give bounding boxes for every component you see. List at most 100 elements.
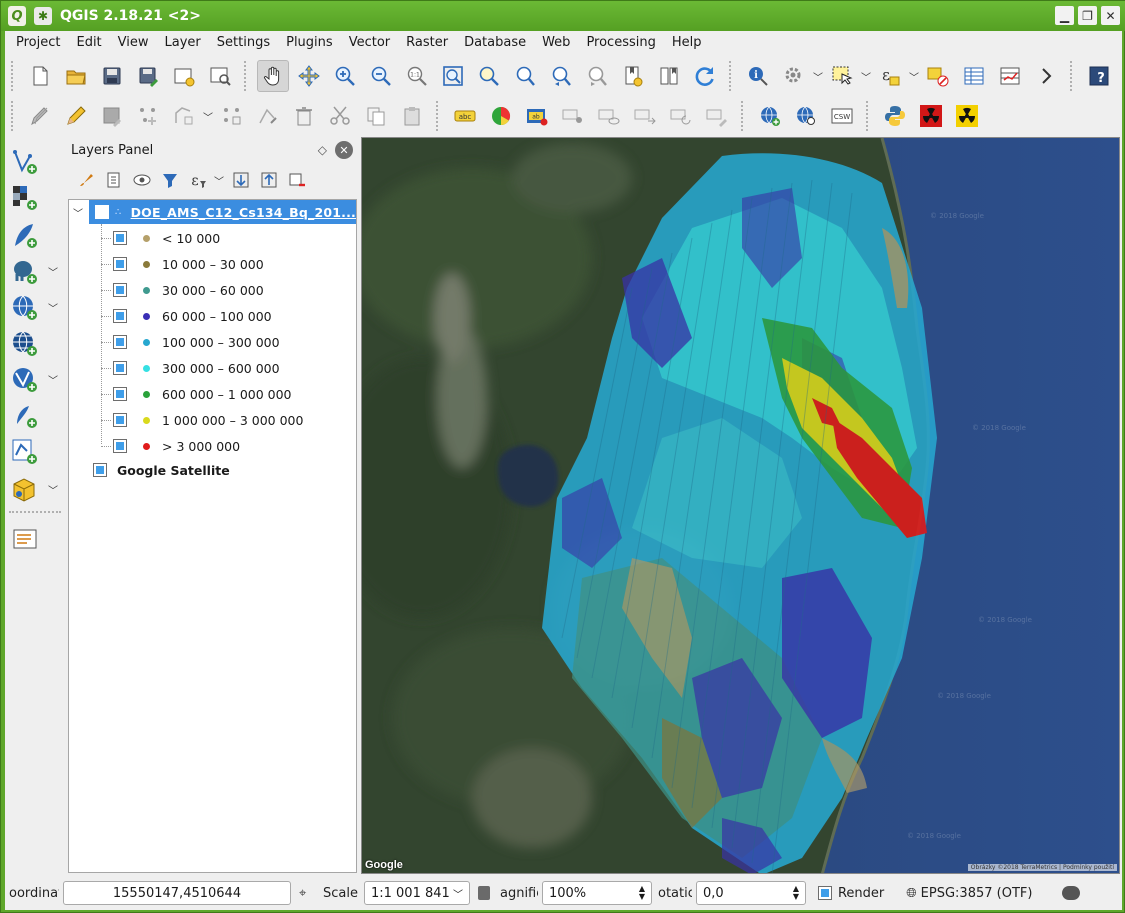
legend-item[interactable]: 30 000 – 60 000 <box>113 278 343 302</box>
remove-layer-button[interactable] <box>284 168 309 193</box>
move-label-button[interactable] <box>629 100 661 132</box>
zoom-last-button[interactable] <box>545 60 577 92</box>
menu-layer[interactable]: Layer <box>157 35 209 50</box>
move-feature-button[interactable] <box>168 100 200 132</box>
refresh-button[interactable] <box>689 60 721 92</box>
collapse-arrow-icon[interactable]: ﹀ <box>73 205 85 220</box>
manage-visibility-button[interactable] <box>129 168 154 193</box>
toolbar-grip[interactable] <box>11 61 17 91</box>
radiation-plugin-button[interactable] <box>915 100 947 132</box>
layer-group-row[interactable]: ﹀ ∴ DOE_AMS_C12_Cs134_Bq_201... <box>69 200 356 224</box>
menu-processing[interactable]: Processing <box>578 35 663 50</box>
legend-item-checkbox[interactable] <box>113 361 127 375</box>
qgis-app-icon[interactable]: Q <box>8 6 26 26</box>
legend-item-checkbox[interactable] <box>113 283 127 297</box>
chevron-down-icon[interactable]: ﹀ <box>908 60 920 92</box>
filter-by-expression-button[interactable]: ε <box>185 168 210 193</box>
select-by-expression-button[interactable]: ε <box>874 60 906 92</box>
close-icon[interactable]: ✕ <box>1101 6 1120 25</box>
save-project-button[interactable] <box>96 60 128 92</box>
rotation-spinbox[interactable]: 0,0 ▲ ▼ <box>695 881 806 905</box>
chevron-down-icon[interactable]: ﹀ <box>47 255 59 287</box>
mouse-position-toggle-icon[interactable]: ⌖ <box>299 886 315 901</box>
map-attribution[interactable]: Obrázky ©2018 TerraMetrics | Podmínky po… <box>967 864 1117 871</box>
pan-map-button[interactable] <box>257 60 289 92</box>
toolbar-grip[interactable] <box>244 61 250 91</box>
legend-item-checkbox[interactable] <box>113 413 127 427</box>
expand-all-button[interactable] <box>228 168 253 193</box>
add-group-button[interactable] <box>101 168 126 193</box>
delete-selected-button[interactable] <box>288 100 320 132</box>
menu-project[interactable]: Project <box>5 35 68 50</box>
legend-item[interactable]: 300 000 – 600 000 <box>113 356 343 380</box>
legend-item[interactable]: < 10 000 <box>113 226 343 250</box>
deselect-button[interactable] <box>922 60 954 92</box>
rotate-label-button[interactable] <box>665 100 697 132</box>
zoom-native-button[interactable]: 1:1 <box>401 60 433 92</box>
menu-settings[interactable]: Settings <box>209 35 278 50</box>
legend-item-checkbox[interactable] <box>113 439 127 453</box>
layer-group-checkbox[interactable] <box>95 205 109 219</box>
diagram-button[interactable] <box>485 100 517 132</box>
zoom-to-selection-button[interactable] <box>473 60 505 92</box>
radiation-plugin-2-button[interactable] <box>951 100 983 132</box>
show-bookmarks-button[interactable] <box>653 60 685 92</box>
toolbar-grip[interactable] <box>1070 61 1076 91</box>
menu-vector[interactable]: Vector <box>341 35 398 50</box>
window-menu-icon[interactable]: ✱ <box>34 7 52 25</box>
menu-database[interactable]: Database <box>456 35 534 50</box>
composer-manager-button[interactable] <box>204 60 236 92</box>
add-virtual-layer-button[interactable]: ﹀ <box>11 473 58 507</box>
chevron-down-icon[interactable]: ﹀ <box>47 363 59 395</box>
help-button[interactable]: ? <box>1083 60 1115 92</box>
add-raster-layer-button[interactable] <box>11 181 51 215</box>
save-layer-edits-button[interactable] <box>96 100 128 132</box>
legend-item[interactable]: 60 000 – 100 000 <box>113 304 343 328</box>
identify-button[interactable]: i <box>742 60 774 92</box>
pin-labels-button[interactable] <box>557 100 589 132</box>
legend-item-checkbox[interactable] <box>113 335 127 349</box>
python-console-button[interactable] <box>879 100 911 132</box>
add-wfs-layer-button[interactable]: ﹀ <box>11 363 58 397</box>
add-wms-button[interactable] <box>754 100 786 132</box>
show-hide-labels-button[interactable] <box>593 100 625 132</box>
vertex-edit-button[interactable] <box>252 100 284 132</box>
zoom-out-button[interactable] <box>365 60 397 92</box>
actions-button[interactable] <box>778 60 810 92</box>
toolbar-grip[interactable] <box>866 101 872 131</box>
legend-item-checkbox[interactable] <box>113 387 127 401</box>
menu-help[interactable]: Help <box>664 35 710 50</box>
copy-features-button[interactable] <box>360 100 392 132</box>
new-print-composer-button[interactable] <box>168 60 200 92</box>
attribute-table-button[interactable] <box>958 60 990 92</box>
menu-plugins[interactable]: Plugins <box>278 35 341 50</box>
labeling-button[interactable]: abc <box>449 100 481 132</box>
magnifier-spinbox[interactable]: 100% ▲ ▼ <box>541 881 652 905</box>
scale-combobox[interactable]: 1:1 001 841 ﹀ <box>363 881 470 905</box>
toolbar-grip[interactable] <box>11 101 17 131</box>
messages-icon[interactable] <box>1062 886 1081 900</box>
new-project-button[interactable] <box>24 60 56 92</box>
toolbar-grip[interactable] <box>729 61 735 91</box>
csw-button[interactable]: CSW <box>826 100 858 132</box>
menu-view[interactable]: View <box>110 35 157 50</box>
legend-item-checkbox[interactable] <box>113 309 127 323</box>
close-panel-icon[interactable]: ✕ <box>335 141 353 159</box>
chevron-down-icon[interactable]: ﹀ <box>213 164 225 196</box>
layer-group-selected[interactable]: ∴ DOE_AMS_C12_Cs134_Bq_201... <box>89 200 356 224</box>
add-feature-button[interactable] <box>132 100 164 132</box>
menu-web[interactable]: Web <box>534 35 578 50</box>
paste-features-button[interactable] <box>396 100 428 132</box>
print-composer-button[interactable] <box>11 523 51 557</box>
new-bookmark-button[interactable] <box>617 60 649 92</box>
layer-labeling-button[interactable]: ab <box>521 100 553 132</box>
node-tool-button[interactable] <box>216 100 248 132</box>
maximize-icon[interactable]: ❐ <box>1078 6 1097 25</box>
change-label-button[interactable] <box>701 100 733 132</box>
legend-item[interactable]: 100 000 – 300 000 <box>113 330 343 354</box>
crs-status[interactable]: EPSG:3857 (OTF) <box>921 886 1033 901</box>
zoom-in-button[interactable] <box>329 60 361 92</box>
toolbar-grip[interactable] <box>741 101 747 131</box>
collapse-all-button[interactable] <box>256 168 281 193</box>
cut-features-button[interactable] <box>324 100 356 132</box>
